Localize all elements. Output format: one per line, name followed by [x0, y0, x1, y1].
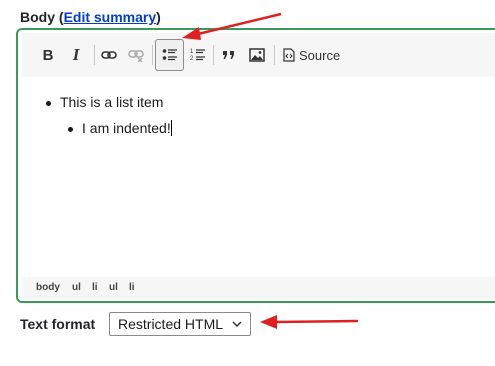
path-crumb-ul[interactable]: ul [109, 282, 118, 293]
text-format-label: Text format [20, 316, 96, 332]
bulleted-list-button[interactable] [155, 39, 184, 71]
image-button[interactable] [245, 39, 269, 71]
svg-text:2: 2 [190, 56, 194, 62]
rich-text-editor: B I 1 2 Source This is a list item I am … [16, 28, 495, 303]
path-crumb-body[interactable]: body [36, 282, 60, 293]
body-label-prefix: Body ( [20, 9, 64, 25]
blockquote-icon [223, 51, 234, 59]
source-icon [283, 48, 295, 62]
toolbar-separator [152, 45, 153, 65]
list-bullet [68, 127, 73, 132]
numbered-list-icon: 1 2 [190, 49, 205, 62]
list-bullet [46, 101, 51, 106]
toolbar-separator [94, 45, 95, 65]
arrow-to-text-format [260, 315, 359, 329]
toolbar-separator [213, 45, 214, 65]
numbered-list-button[interactable]: 1 2 [186, 39, 210, 71]
image-icon [249, 48, 265, 62]
path-crumb-li[interactable]: li [129, 282, 135, 293]
bulleted-list-icon [162, 49, 177, 61]
source-label: Source [299, 47, 341, 63]
nested-list-item[interactable]: I am indented! [82, 120, 172, 136]
path-crumb-li[interactable]: li [92, 282, 98, 293]
element-path-bar: body ul li ul li [22, 277, 495, 299]
source-button[interactable]: Source [279, 39, 345, 71]
body-field-label: Body (Edit summary) [20, 9, 161, 25]
unlink-icon [128, 50, 144, 63]
bold-icon: B [42, 46, 54, 64]
italic-icon: I [72, 45, 80, 64]
edit-summary-link[interactable]: Edit summary [64, 9, 157, 25]
list-item[interactable]: This is a list item [60, 94, 163, 110]
blockquote-button[interactable] [217, 39, 241, 71]
link-icon [101, 51, 117, 59]
path-crumb-ul[interactable]: ul [72, 282, 81, 293]
text-caret [170, 120, 172, 136]
bold-button[interactable]: B [36, 39, 60, 71]
body-label-suffix: ) [156, 9, 161, 25]
chevron-down-icon [232, 321, 242, 328]
italic-button[interactable]: I [64, 39, 88, 71]
link-button[interactable] [97, 39, 121, 71]
nested-list-item-text: I am indented! [82, 120, 171, 136]
editor-content-area[interactable]: This is a list item I am indented! [22, 78, 495, 275]
toolbar-separator [274, 45, 275, 65]
unlink-button[interactable] [124, 39, 148, 71]
svg-text:1: 1 [190, 49, 194, 55]
text-format-select[interactable]: Restricted HTML [109, 312, 251, 336]
editor-toolbar: B I 1 2 Source [22, 33, 495, 77]
text-format-value: Restricted HTML [118, 316, 224, 332]
